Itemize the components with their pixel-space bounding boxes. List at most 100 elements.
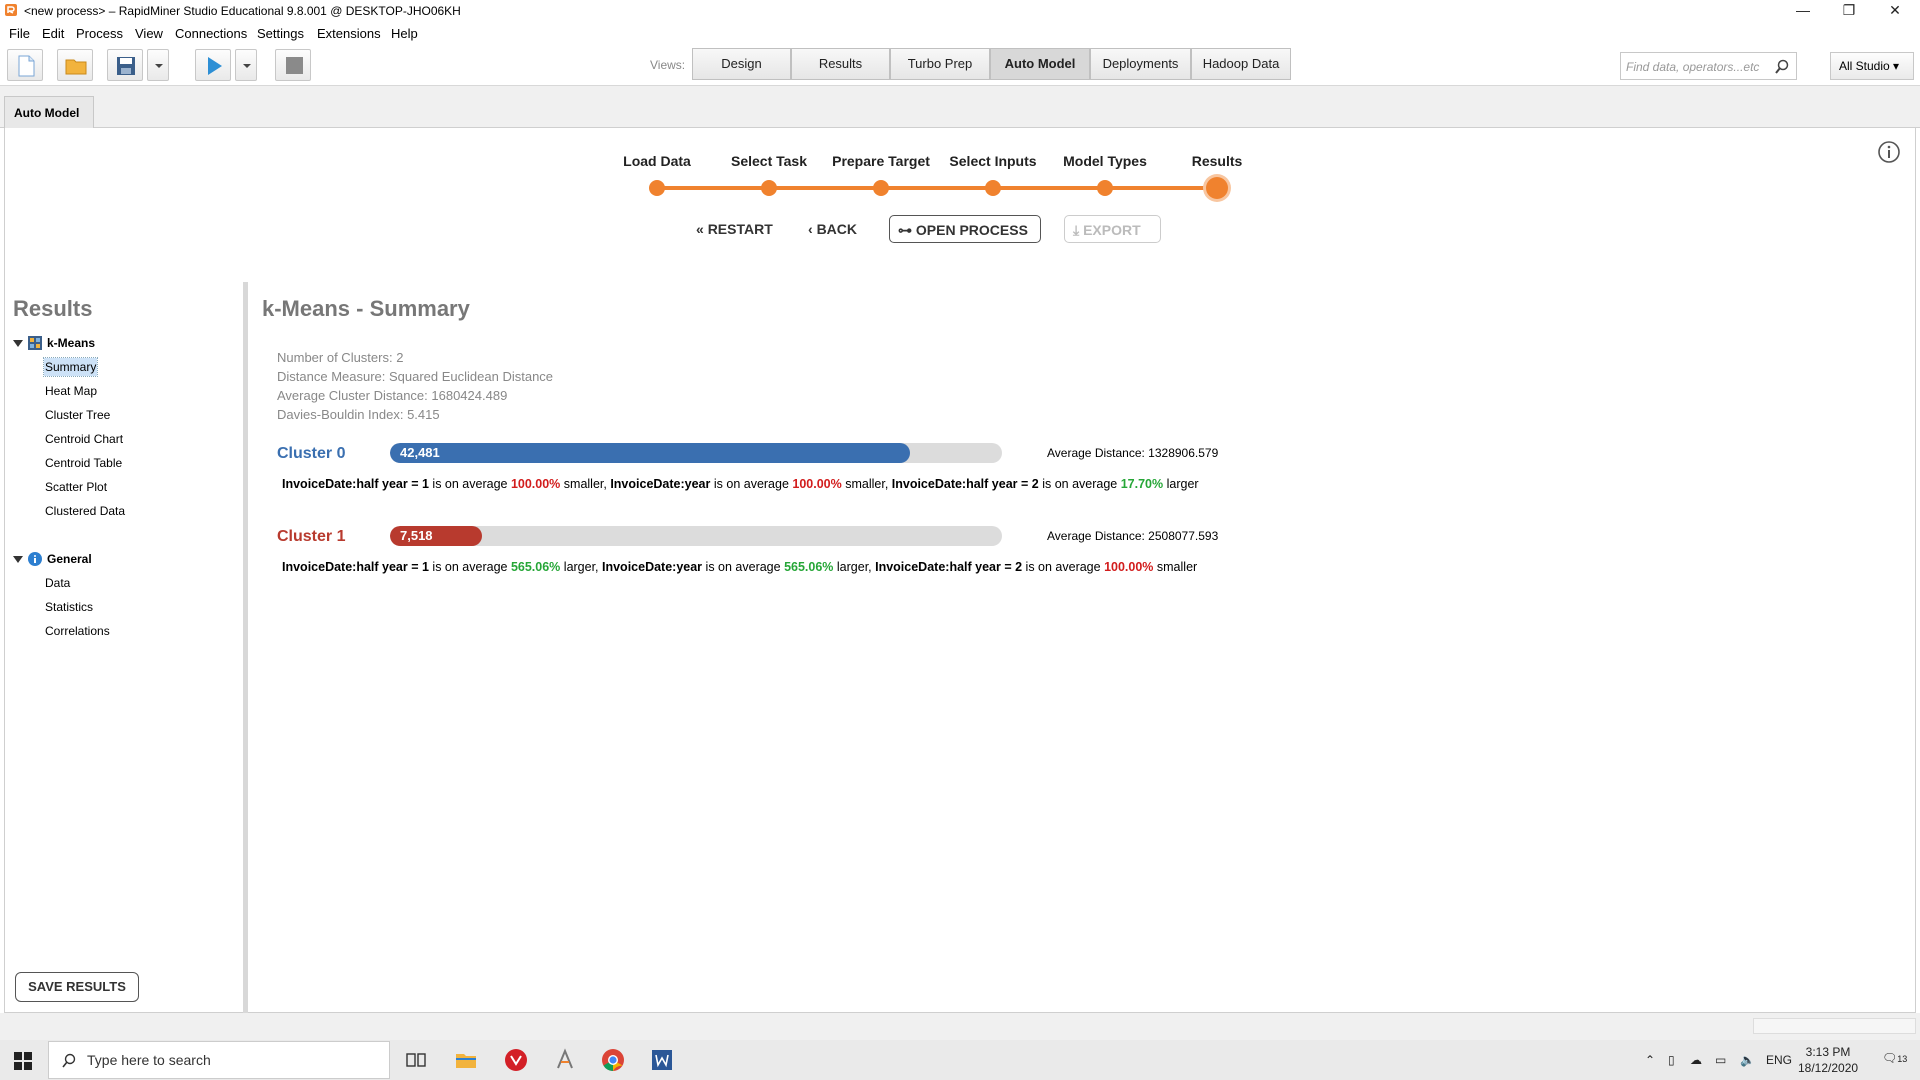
maximize-button[interactable]: ❐ bbox=[1826, 0, 1872, 22]
menu-bar: File Edit Process View Connections Setti… bbox=[0, 22, 1920, 44]
task-view-icon[interactable] bbox=[404, 1048, 428, 1072]
cluster-0-desc-segment: is on average bbox=[428, 477, 511, 491]
sidebar-item-centroid-table[interactable]: Centroid Table bbox=[44, 454, 123, 472]
step-load-data[interactable]: Load Data bbox=[623, 153, 691, 169]
run-dropdown-button[interactable] bbox=[235, 49, 257, 81]
view-tab-results[interactable]: Results bbox=[791, 48, 890, 80]
step-dot[interactable] bbox=[1097, 180, 1113, 196]
sidebar-item-scatter-plot[interactable]: Scatter Plot bbox=[44, 478, 108, 496]
run-button[interactable] bbox=[195, 49, 231, 81]
open-process-toolbar-button[interactable] bbox=[57, 49, 93, 81]
sidebar-item-correlations[interactable]: Correlations bbox=[44, 622, 111, 640]
chrome-icon[interactable] bbox=[601, 1048, 625, 1072]
word-icon[interactable] bbox=[650, 1048, 674, 1072]
tray-device-icon[interactable]: ▯ bbox=[1668, 1053, 1675, 1067]
menu-view[interactable]: View bbox=[135, 26, 163, 41]
step-results[interactable]: Results bbox=[1192, 153, 1243, 169]
step-dot[interactable] bbox=[873, 180, 889, 196]
network-icon[interactable]: ▭ bbox=[1715, 1053, 1726, 1067]
cluster-0-size-bar: 42,481 bbox=[390, 443, 1002, 463]
evernote-icon[interactable] bbox=[504, 1048, 528, 1072]
stat-number-of-clusters: Number of Clusters: 2 bbox=[277, 350, 404, 365]
sidebar-item-summary[interactable]: Summary bbox=[42, 357, 99, 377]
view-tab-design[interactable]: Design bbox=[692, 48, 791, 80]
open-process-button[interactable]: ⊶ OPEN PROCESS bbox=[889, 215, 1041, 243]
sidebar-item-clustered-data[interactable]: Clustered Data bbox=[44, 502, 126, 520]
back-button[interactable]: ‹ BACK bbox=[808, 215, 857, 243]
taskbar-search-input[interactable]: Type here to search bbox=[48, 1041, 390, 1079]
studio-scope-dropdown[interactable]: All Studio ▾ bbox=[1830, 52, 1914, 80]
sidebar-item-heat-map[interactable]: Heat Map bbox=[44, 382, 98, 400]
cluster-1-desc-segment: is on average bbox=[428, 560, 511, 574]
minimize-button[interactable]: — bbox=[1780, 0, 1826, 22]
file-explorer-icon[interactable] bbox=[454, 1048, 478, 1072]
windows-start-icon[interactable] bbox=[14, 1052, 32, 1070]
menu-file[interactable]: File bbox=[9, 26, 30, 41]
notifications-icon[interactable]: 🗨13 bbox=[1882, 1051, 1907, 1065]
menu-connections[interactable]: Connections bbox=[175, 26, 247, 41]
clock-date: 18/12/2020 bbox=[1798, 1061, 1859, 1075]
language-indicator[interactable]: ENG bbox=[1766, 1053, 1792, 1067]
search-input[interactable]: Find data, operators...etc bbox=[1620, 52, 1797, 80]
info-icon bbox=[28, 552, 42, 566]
tree-group-kmeans[interactable]: k-Means bbox=[47, 336, 95, 350]
taskbar-clock[interactable]: 3:13 PM 18/12/2020 bbox=[1798, 1044, 1858, 1076]
info-icon[interactable] bbox=[1877, 140, 1901, 164]
stop-button[interactable] bbox=[275, 49, 311, 81]
save-dropdown-button[interactable] bbox=[147, 49, 169, 81]
sidebar-item-centroid-chart[interactable]: Centroid Chart bbox=[44, 430, 124, 448]
step-dot[interactable] bbox=[761, 180, 777, 196]
view-tab-hadoop-data[interactable]: Hadoop Data bbox=[1191, 48, 1291, 80]
step-select-inputs[interactable]: Select Inputs bbox=[949, 153, 1036, 169]
sidebar-item-cluster-tree[interactable]: Cluster Tree bbox=[44, 406, 111, 424]
step-dot[interactable] bbox=[985, 180, 1001, 196]
view-tab-auto-model[interactable]: Auto Model bbox=[990, 48, 1090, 80]
rapidminer-icon[interactable] bbox=[553, 1048, 577, 1072]
cluster-0-desc-segment: 100.00% bbox=[792, 477, 842, 491]
tray-chevron-up-icon[interactable]: ⌃ bbox=[1645, 1053, 1655, 1067]
cluster-1-desc-segment: is on average bbox=[702, 560, 785, 574]
cluster-0-desc-segment: InvoiceDate:half year = 1 bbox=[282, 477, 429, 491]
cluster-1-average-distance: Average Distance: 2508077.593 bbox=[1047, 529, 1219, 543]
sidebar-item-data[interactable]: Data bbox=[44, 574, 71, 592]
step-model-types[interactable]: Model Types bbox=[1063, 153, 1147, 169]
stop-icon bbox=[286, 57, 303, 74]
step-dot[interactable] bbox=[649, 180, 665, 196]
cluster-0-desc-segment: larger bbox=[1163, 477, 1199, 491]
close-button[interactable]: ✕ bbox=[1872, 0, 1918, 22]
menu-process[interactable]: Process bbox=[76, 26, 123, 41]
menu-extensions[interactable]: Extensions bbox=[317, 26, 381, 41]
menu-help[interactable]: Help bbox=[391, 26, 418, 41]
step-dot-current[interactable] bbox=[1206, 177, 1228, 199]
export-button[interactable]: ⤓ EXPORT bbox=[1064, 215, 1161, 243]
step-select-task[interactable]: Select Task bbox=[731, 153, 807, 169]
sidebar-item-statistics[interactable]: Statistics bbox=[44, 598, 94, 616]
menu-settings[interactable]: Settings bbox=[257, 26, 304, 41]
views-label: Views: bbox=[650, 58, 686, 72]
tree-group-general[interactable]: General bbox=[47, 552, 92, 566]
expand-arrow-icon[interactable] bbox=[13, 340, 23, 347]
cluster-1-desc-segment: 565.06% bbox=[784, 560, 834, 574]
save-results-button[interactable]: SAVE RESULTS bbox=[15, 972, 139, 1002]
search-icon bbox=[1775, 59, 1789, 74]
save-button[interactable] bbox=[107, 49, 143, 81]
stat-distance-measure: Distance Measure: Squared Euclidean Dist… bbox=[277, 369, 554, 384]
view-tab-deployments[interactable]: Deployments bbox=[1090, 48, 1191, 80]
cluster-1-desc-segment: larger, bbox=[560, 560, 602, 574]
cluster-0-desc-segment: smaller, bbox=[841, 477, 892, 491]
new-process-button[interactable] bbox=[7, 49, 43, 81]
onedrive-icon[interactable]: ☁ bbox=[1690, 1053, 1702, 1067]
open-folder-icon bbox=[65, 59, 87, 75]
restart-button[interactable]: « RESTART bbox=[696, 215, 773, 243]
step-prepare-target[interactable]: Prepare Target bbox=[832, 153, 930, 169]
play-icon bbox=[208, 57, 222, 75]
expand-arrow-icon[interactable] bbox=[13, 556, 23, 563]
volume-icon[interactable]: 🔈 bbox=[1740, 1053, 1755, 1067]
stat-average-cluster-distance: Average Cluster Distance: 1680424.489 bbox=[277, 388, 508, 403]
view-tab-turbo-prep[interactable]: Turbo Prep bbox=[890, 48, 990, 80]
window-title: <new process> – RapidMiner Studio Educat… bbox=[24, 4, 461, 18]
download-icon: ⤓ bbox=[1073, 222, 1080, 238]
menu-edit[interactable]: Edit bbox=[42, 26, 64, 41]
tab-auto-model[interactable]: Auto Model bbox=[4, 96, 94, 128]
cluster-1-description: InvoiceDate:half year = 1 is on average … bbox=[282, 560, 1197, 574]
